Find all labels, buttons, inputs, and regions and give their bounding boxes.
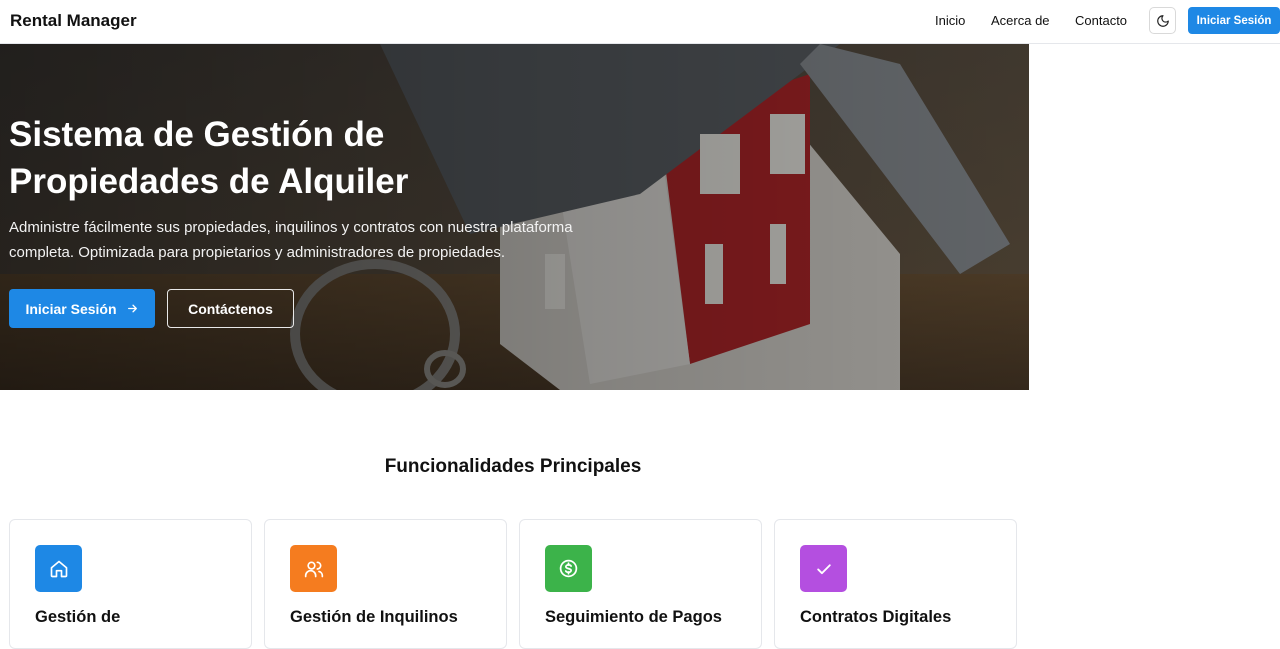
feature-card-contracts[interactable]: Contratos Digitales [774,519,1017,649]
users-icon [290,545,337,592]
arrow-right-icon [127,304,137,313]
header-login-button[interactable]: Iniciar Sesión [1188,7,1280,34]
hero-description: Administre fácilmente sus propiedades, i… [9,219,573,261]
feature-card-properties[interactable]: Gestión de [9,519,252,649]
dollar-circle-icon [545,545,592,592]
brand-logo[interactable]: Rental Manager [10,11,137,31]
feature-card-tenants[interactable]: Gestión de Inquilinos [264,519,507,649]
hero-section: Sistema de Gestión de Propiedades de Alq… [0,44,1029,390]
theme-toggle-button[interactable] [1149,7,1176,34]
moon-icon [1156,14,1169,27]
feature-card-payments[interactable]: Seguimiento de Pagos [519,519,762,649]
hero-title-line-2: Propiedades de Alquiler [9,162,409,201]
nav-link-acerca[interactable]: Acerca de [991,13,1050,28]
top-navbar: Rental Manager Inicio Acerca de Contacto… [0,0,1280,44]
feature-card-title: Contratos Digitales [800,608,952,626]
home-icon [35,545,82,592]
feature-card-title: Gestión de Inquilinos [290,608,458,626]
check-icon [800,545,847,592]
nav-link-contacto[interactable]: Contacto [1075,13,1127,28]
hero-login-label: Iniciar Sesión [25,300,117,317]
nav-link-inicio[interactable]: Inicio [935,13,965,28]
features-title: Funcionalidades Principales [384,456,642,477]
hero-title-line-1: Sistema de Gestión de [9,115,385,154]
feature-card-title: Gestión de [35,608,121,626]
hero-contact-button[interactable]: Contáctenos [167,289,294,328]
hero-title: Sistema de Gestión de Propiedades de Alq… [9,111,529,205]
feature-card-title: Seguimiento de Pagos [545,608,722,626]
hero-login-button[interactable]: Iniciar Sesión [9,289,155,328]
